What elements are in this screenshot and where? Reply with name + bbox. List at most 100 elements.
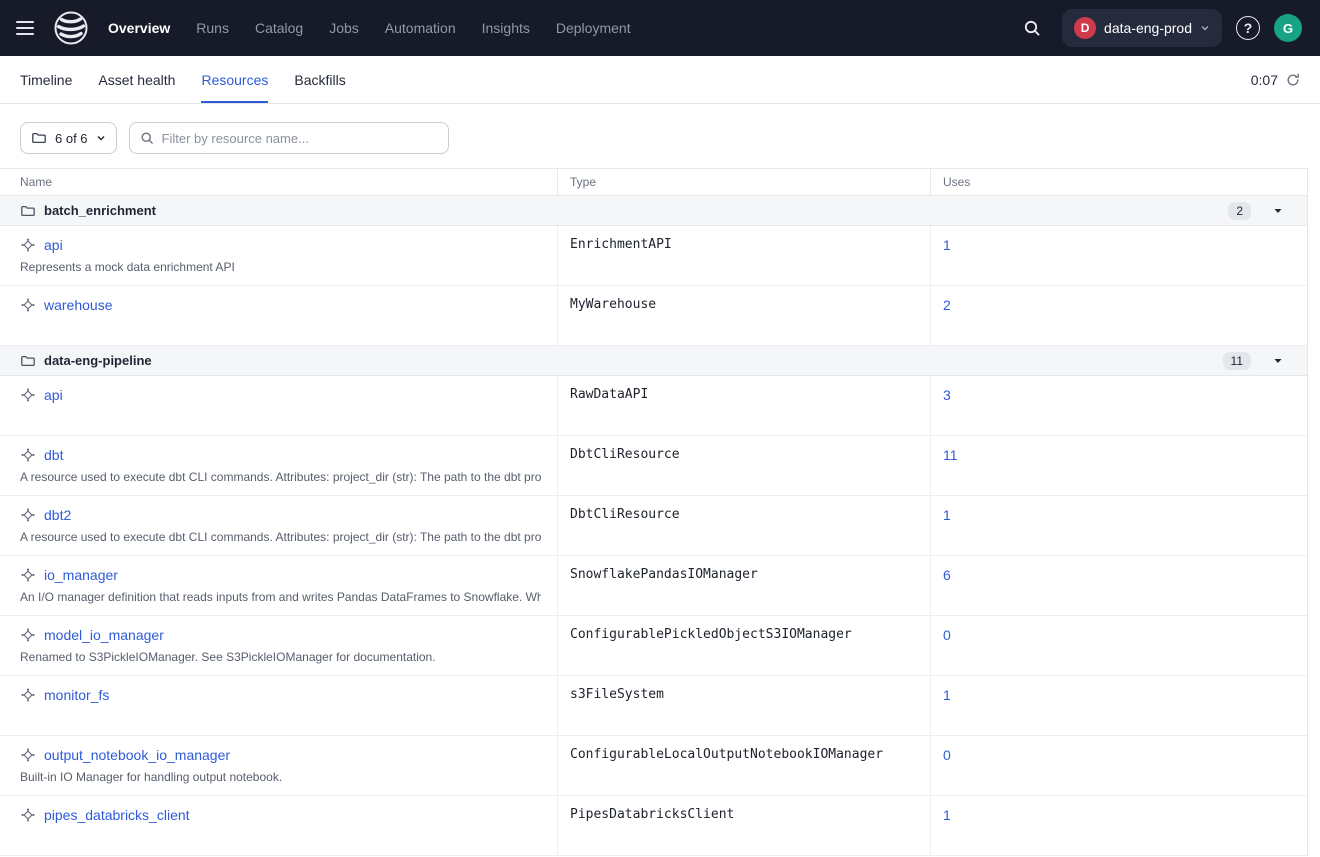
resource-icon: [20, 297, 36, 313]
tab-resources[interactable]: Resources: [201, 56, 268, 103]
group-count-badge: 11: [1223, 352, 1251, 370]
uses-cell: 0: [930, 736, 1307, 795]
resource-name-link[interactable]: api: [44, 387, 63, 403]
nav-item-deployment[interactable]: Deployment: [556, 20, 631, 36]
resource-type: DbtCliResource: [557, 436, 930, 495]
uses-cell: 2: [930, 286, 1307, 345]
nav-item-label: Overview: [108, 20, 170, 36]
nav-item-runs[interactable]: Runs: [196, 20, 229, 36]
navbar-right-cluster: D data-eng-prod ? G: [1016, 9, 1302, 47]
workspace-switcher[interactable]: D data-eng-prod: [1062, 9, 1222, 47]
uses-cell: 1: [930, 496, 1307, 555]
resources-table-body: batch_enrichment 2 api Represents: [0, 196, 1307, 856]
uses-cell: 6: [930, 556, 1307, 615]
resource-name-link[interactable]: dbt2: [44, 507, 71, 523]
resource-type: ConfigurablePickledObjectS3IOManager: [557, 616, 930, 675]
chevron-down-icon[interactable]: [1273, 206, 1283, 216]
chevron-down-icon: [1200, 23, 1210, 33]
tab-label: Asset health: [98, 72, 175, 88]
resource-name-link[interactable]: io_manager: [44, 567, 118, 583]
refresh-icon[interactable]: [1286, 73, 1300, 87]
page-tab-bar: Timeline Asset health Resources Backfill…: [0, 56, 1320, 104]
resources-table: Name Type Uses batch_enrichment 2: [0, 168, 1308, 856]
chevron-down-icon[interactable]: [1273, 356, 1283, 366]
uses-cell: 0: [930, 616, 1307, 675]
resource-name-link[interactable]: api: [44, 237, 63, 253]
table-header-row: Name Type Uses: [0, 168, 1307, 196]
table-row: api RawDataAPI 3: [0, 376, 1307, 436]
column-header-name: Name: [0, 169, 557, 195]
resource-icon: [20, 507, 36, 523]
dagster-logo-icon[interactable]: [54, 11, 88, 45]
resource-type: ConfigurableLocalOutputNotebookIOManager: [557, 736, 930, 795]
resource-name-link[interactable]: dbt: [44, 447, 63, 463]
resource-name-link[interactable]: model_io_manager: [44, 627, 164, 643]
tab-label: Timeline: [20, 72, 72, 88]
nav-item-catalog[interactable]: Catalog: [255, 20, 303, 36]
nav-item-label: Deployment: [556, 20, 631, 36]
uses-cell: 1: [930, 796, 1307, 855]
resource-uses-link[interactable]: 3: [943, 387, 951, 403]
nav-item-insights[interactable]: Insights: [482, 20, 530, 36]
resource-uses-link[interactable]: 1: [943, 507, 951, 523]
top-navbar: Overview Runs Catalog Jobs Automation In…: [0, 0, 1320, 56]
nav-item-jobs[interactable]: Jobs: [329, 20, 359, 36]
repo-filter-dropdown[interactable]: 6 of 6: [20, 122, 117, 154]
tab-label: Resources: [201, 72, 268, 88]
tab-backfills[interactable]: Backfills: [294, 56, 345, 103]
resource-icon: [20, 237, 36, 253]
tab-asset-health[interactable]: Asset health: [98, 56, 175, 103]
hamburger-menu-icon[interactable]: [16, 15, 42, 41]
resource-uses-link[interactable]: 1: [943, 807, 951, 823]
help-icon[interactable]: ?: [1236, 16, 1260, 40]
resource-group-row-batch_enrichment[interactable]: batch_enrichment 2: [0, 196, 1307, 226]
resource-icon: [20, 627, 36, 643]
group-name: batch_enrichment: [44, 203, 156, 218]
resource-uses-link[interactable]: 1: [943, 237, 951, 253]
search-icon[interactable]: [1016, 12, 1048, 44]
uses-cell: 1: [930, 676, 1307, 735]
resource-type: RawDataAPI: [557, 376, 930, 435]
search-icon: [140, 131, 154, 145]
resource-uses-link[interactable]: 1: [943, 687, 951, 703]
resource-icon: [20, 807, 36, 823]
resource-search-input[interactable]: [162, 131, 438, 146]
refresh-status: 0:07: [1251, 56, 1300, 103]
name-cell: monitor_fs: [0, 676, 557, 735]
name-cell: model_io_manager Renamed to S3PickleIOMa…: [0, 616, 557, 675]
name-cell: output_notebook_io_manager Built-in IO M…: [0, 736, 557, 795]
nav-item-label: Jobs: [329, 20, 359, 36]
tab-bar-tabs: Timeline Asset health Resources Backfill…: [20, 56, 346, 103]
nav-item-label: Catalog: [255, 20, 303, 36]
nav-item-label: Insights: [482, 20, 530, 36]
user-avatar[interactable]: G: [1274, 14, 1302, 42]
resource-group-row-data-eng-pipeline[interactable]: data-eng-pipeline 11: [0, 346, 1307, 376]
resource-name-link[interactable]: monitor_fs: [44, 687, 109, 703]
resource-name-link[interactable]: pipes_databricks_client: [44, 807, 190, 823]
resource-uses-link[interactable]: 0: [943, 627, 951, 643]
table-row: api Represents a mock data enrichment AP…: [0, 226, 1307, 286]
uses-cell: 1: [930, 226, 1307, 285]
folder-icon: [20, 203, 36, 219]
nav-item-automation[interactable]: Automation: [385, 20, 456, 36]
name-cell: api Represents a mock data enrichment AP…: [0, 226, 557, 285]
nav-item-overview[interactable]: Overview: [108, 20, 170, 36]
resource-name-link[interactable]: output_notebook_io_manager: [44, 747, 230, 763]
resource-type: s3FileSystem: [557, 676, 930, 735]
resource-uses-link[interactable]: 0: [943, 747, 951, 763]
resource-uses-link[interactable]: 6: [943, 567, 951, 583]
tab-timeline[interactable]: Timeline: [20, 56, 72, 103]
resource-icon: [20, 747, 36, 763]
uses-cell: 3: [930, 376, 1307, 435]
uses-cell: 11: [930, 436, 1307, 495]
resource-name-link[interactable]: warehouse: [44, 297, 113, 313]
resource-icon: [20, 567, 36, 583]
resource-uses-link[interactable]: 11: [943, 447, 958, 463]
resource-type: PipesDatabricksClient: [557, 796, 930, 855]
tab-label: Backfills: [294, 72, 345, 88]
resource-type: DbtCliResource: [557, 496, 930, 555]
resource-type: MyWarehouse: [557, 286, 930, 345]
resource-search: [129, 122, 449, 154]
resource-uses-link[interactable]: 2: [943, 297, 951, 313]
resource-icon: [20, 447, 36, 463]
